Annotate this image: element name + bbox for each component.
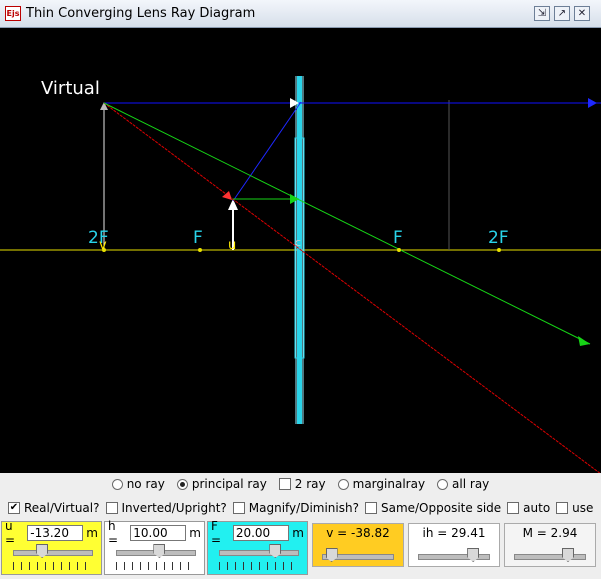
radio-all-ray-label: all ray <box>452 477 490 491</box>
check-auto-label: auto <box>523 501 551 515</box>
ray-focus-end-arrow <box>578 336 590 346</box>
ih-slider[interactable] <box>414 546 494 576</box>
check-inverted-upright[interactable]: Inverted/Upright? <box>105 501 227 515</box>
h-slider[interactable] <box>112 542 200 572</box>
u-control: u = -13.20 m <box>1 519 102 575</box>
ih-output: ih = 29.41 <box>408 523 500 567</box>
m-output: M = 2.94 <box>504 523 596 567</box>
m-slider[interactable] <box>510 546 590 576</box>
check-magnify-diminish[interactable]: Magnify/Diminish? <box>232 501 359 515</box>
ih-slider-track <box>418 554 490 560</box>
center-marker: c <box>295 236 302 249</box>
m-output-text: M = 2.94 <box>522 526 578 540</box>
f-slider-track <box>219 550 299 556</box>
label-f-right: F <box>393 228 403 248</box>
checkbox-2-ray-label: 2 ray <box>294 477 326 491</box>
u-slider-track <box>13 550 93 556</box>
window-title: Thin Converging Lens Ray Diagram <box>26 6 256 21</box>
f-slider-ticks <box>219 562 299 570</box>
radio-marginal-ray[interactable]: marginalray <box>337 477 426 491</box>
title-bar: Ejs Thin Converging Lens Ray Diagram ⇲ ↗… <box>0 0 601 28</box>
ih-output-text: ih = 29.41 <box>422 526 486 540</box>
h-control: h = 10.00 m <box>104 519 205 575</box>
m-slider-track <box>514 554 586 560</box>
radio-all-ray[interactable]: all ray <box>437 477 489 491</box>
radio-no-ray-indicator[interactable] <box>111 478 123 490</box>
checks-row: ✔ Real/Virtual? Inverted/Upright? Magnify… <box>8 501 601 515</box>
check-auto-box[interactable] <box>507 502 520 514</box>
h-input[interactable]: 10.00 <box>130 525 187 541</box>
ray-parallel-end-arrow <box>588 98 597 108</box>
check-real-virtual-label: Real/Virtual? <box>24 501 100 515</box>
radio-no-ray[interactable]: no ray <box>111 477 165 491</box>
check-magnify-diminish-box[interactable] <box>232 502 245 514</box>
check-magnify-diminish-label: Magnify/Diminish? <box>248 501 359 515</box>
image-type-label: Virtual <box>41 78 100 99</box>
focal-point-f-left <box>198 248 202 252</box>
checkbox-2-ray-box[interactable] <box>278 478 291 490</box>
ray-options-row: no ray principal ray 2 ray marginalray a… <box>0 477 601 491</box>
radio-no-ray-label: no ray <box>126 477 165 491</box>
radio-principal-ray-label: principal ray <box>191 477 267 491</box>
radio-marginal-ray-label: marginalray <box>352 477 426 491</box>
h-slider-ticks <box>116 562 196 570</box>
u-slider-ticks <box>13 562 93 570</box>
check-use-label: use <box>572 501 594 515</box>
v-slider[interactable] <box>318 546 398 576</box>
label-f-left: F <box>193 228 203 248</box>
ray-center <box>103 102 601 473</box>
f-input[interactable]: 20.00 <box>232 525 290 541</box>
u-input[interactable]: -13.20 <box>27 525 84 541</box>
f-slider[interactable] <box>215 542 303 572</box>
radio-all-ray-indicator[interactable] <box>437 478 449 490</box>
image-marker: v <box>99 238 107 253</box>
app-icon: Ejs <box>5 6 21 21</box>
check-inverted-upright-box[interactable] <box>105 502 118 514</box>
check-auto[interactable]: auto <box>507 501 550 515</box>
check-same-opposite[interactable]: Same/Opposite side <box>364 501 502 515</box>
maximize-icon[interactable]: ↗ <box>554 6 570 21</box>
object-marker: u <box>228 238 237 253</box>
radio-marginal-ray-indicator[interactable] <box>337 478 349 490</box>
v-output-text: v = -38.82 <box>326 526 390 540</box>
f-unit: m <box>292 526 304 540</box>
u-slider[interactable] <box>9 542 97 572</box>
v-output: v = -38.82 <box>312 523 404 567</box>
check-use-box[interactable] <box>556 502 569 514</box>
focal-point-2f-right <box>497 248 501 252</box>
u-unit: m <box>86 526 98 540</box>
restore-icon[interactable]: ⇲ <box>534 6 550 21</box>
ray-diagram-canvas[interactable]: Virtual 2F F F 2F v u c <box>0 28 601 473</box>
check-inverted-upright-label: Inverted/Upright? <box>121 501 227 515</box>
ray-parallel-virtual <box>232 101 302 202</box>
ray-focus <box>103 102 591 345</box>
check-same-opposite-label: Same/Opposite side <box>380 501 502 515</box>
checkbox-2-ray[interactable]: 2 ray <box>278 477 326 491</box>
radio-principal-ray[interactable]: principal ray <box>176 477 267 491</box>
check-real-virtual-box[interactable]: ✔ <box>8 502 20 514</box>
control-panel: no ray principal ray 2 ray marginalray a… <box>0 473 601 579</box>
check-same-opposite-box[interactable] <box>364 502 377 514</box>
h-unit: m <box>189 526 201 540</box>
label-2f-right: 2F <box>488 228 509 248</box>
f-control: F = 20.00 m <box>207 519 308 575</box>
radio-principal-ray-indicator[interactable] <box>176 478 188 490</box>
focal-point-f-right <box>397 248 401 252</box>
check-real-virtual[interactable]: ✔ Real/Virtual? <box>8 501 100 515</box>
check-use[interactable]: use <box>556 501 593 515</box>
close-icon[interactable]: ✕ <box>574 6 590 21</box>
